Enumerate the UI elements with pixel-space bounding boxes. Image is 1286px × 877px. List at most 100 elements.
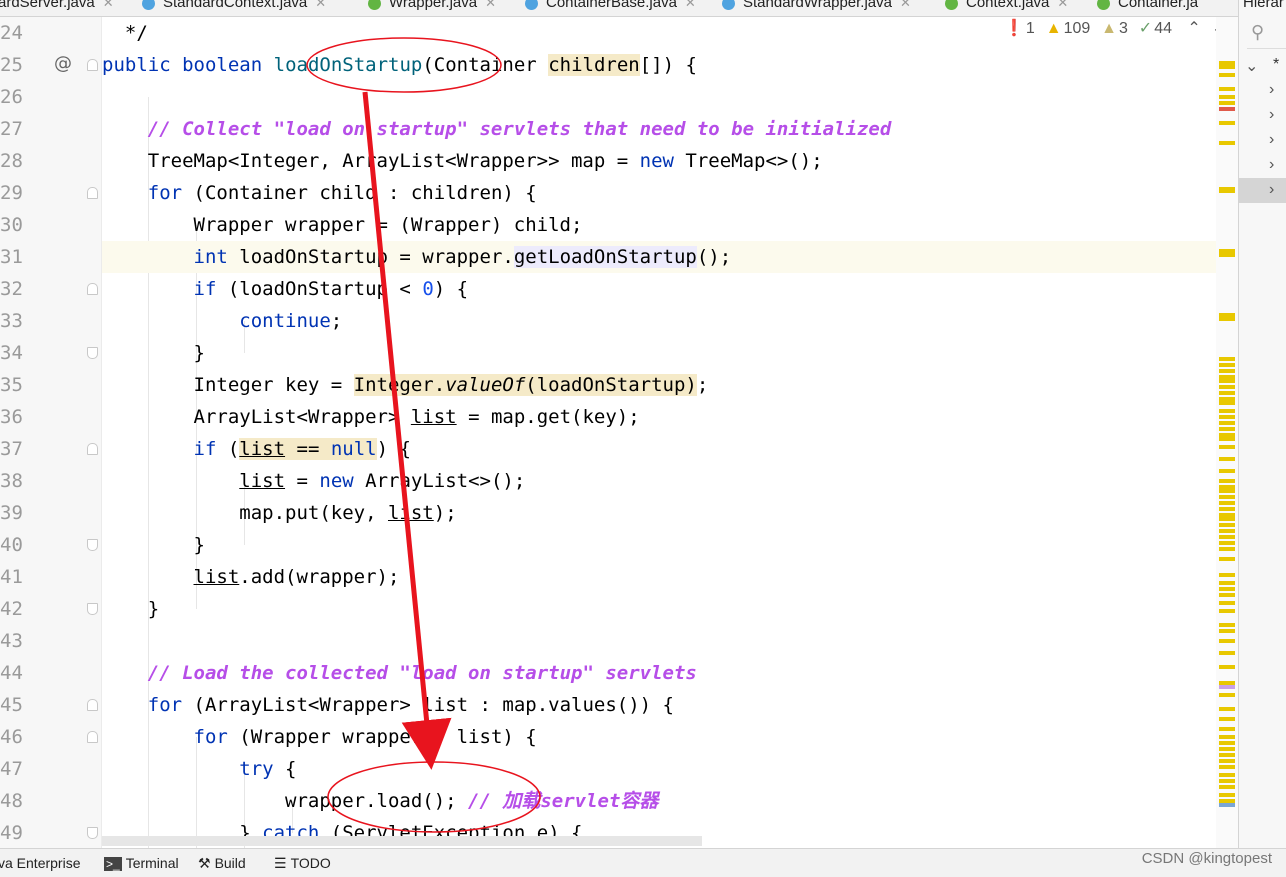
- line-number[interactable]: 47: [0, 753, 23, 785]
- stripe-marker[interactable]: [1219, 601, 1235, 605]
- fold-marker-icon[interactable]: [87, 603, 98, 615]
- code-line[interactable]: ArrayList<Wrapper> list = map.get(key);: [102, 401, 1216, 433]
- line-number[interactable]: 41: [0, 561, 23, 593]
- stripe-marker[interactable]: [1219, 437, 1235, 441]
- line-number[interactable]: 48: [0, 785, 23, 817]
- tab-standard-server[interactable]: ardServer.java ✕: [0, 0, 114, 16]
- chevron-right-icon[interactable]: ›: [1269, 181, 1274, 199]
- stripe-marker[interactable]: [1219, 629, 1235, 633]
- chevron-right-icon[interactable]: ›: [1269, 131, 1274, 149]
- stripe-marker[interactable]: [1219, 587, 1235, 591]
- stripe-marker[interactable]: [1219, 727, 1235, 731]
- stripe-marker[interactable]: [1219, 369, 1235, 373]
- stripe-marker[interactable]: [1219, 317, 1235, 321]
- line-number[interactable]: 26: [0, 81, 23, 113]
- close-icon[interactable]: ✕: [685, 0, 696, 10]
- tab-context[interactable]: Context.java ✕: [945, 0, 1068, 16]
- code-line[interactable]: if (loadOnStartup < 0) {: [102, 273, 1216, 305]
- stripe-marker[interactable]: [1219, 593, 1235, 597]
- stripe-marker[interactable]: [1219, 495, 1235, 499]
- tab-standard-wrapper[interactable]: StandardWrapper.java ✕: [722, 0, 911, 16]
- stripe-marker[interactable]: [1219, 379, 1235, 383]
- line-number[interactable]: 27: [0, 113, 23, 145]
- stripe-marker[interactable]: [1219, 107, 1235, 111]
- fold-marker-icon[interactable]: [87, 59, 98, 71]
- stripe-marker[interactable]: [1219, 707, 1235, 711]
- stripe-marker[interactable]: [1219, 779, 1235, 783]
- code-line[interactable]: wrapper.load(); // 加载servlet容器: [102, 785, 1216, 817]
- code-line[interactable]: if (list == null) {: [102, 433, 1216, 465]
- line-number[interactable]: 43: [0, 625, 23, 657]
- line-number[interactable]: 29: [0, 177, 23, 209]
- code-line[interactable]: }: [102, 337, 1216, 369]
- horizontal-scrollbar[interactable]: [102, 836, 702, 846]
- stripe-marker[interactable]: [1219, 101, 1235, 105]
- line-number[interactable]: 46: [0, 721, 23, 753]
- chevron-up-icon[interactable]: ⌃: [1187, 20, 1200, 37]
- stripe-marker[interactable]: [1219, 685, 1235, 689]
- stripe-marker[interactable]: [1219, 741, 1235, 745]
- stripe-marker[interactable]: [1219, 401, 1235, 405]
- stripe-marker[interactable]: [1219, 95, 1235, 99]
- code-line[interactable]: list.add(wrapper);: [102, 561, 1216, 593]
- stripe-marker[interactable]: [1219, 665, 1235, 669]
- line-number[interactable]: 36: [0, 401, 23, 433]
- stripe-marker[interactable]: [1219, 623, 1235, 627]
- line-number[interactable]: 33: [0, 305, 23, 337]
- stripe-marker[interactable]: [1219, 415, 1235, 419]
- code-line[interactable]: Wrapper wrapper = (Wrapper) child;: [102, 209, 1216, 241]
- line-number[interactable]: 39: [0, 497, 23, 529]
- fold-marker-icon[interactable]: [87, 731, 98, 743]
- stripe-marker[interactable]: [1219, 747, 1235, 751]
- stripe-marker[interactable]: [1219, 651, 1235, 655]
- code-line[interactable]: Integer key = Integer.valueOf(loadOnStar…: [102, 369, 1216, 401]
- stripe-marker[interactable]: [1219, 409, 1235, 413]
- stripe-marker[interactable]: [1219, 73, 1235, 77]
- line-number[interactable]: 32: [0, 273, 23, 305]
- stripe-marker[interactable]: [1219, 479, 1235, 483]
- code-line[interactable]: public boolean loadOnStartup(Container c…: [102, 49, 1216, 81]
- tree-selected-row[interactable]: [1239, 178, 1286, 203]
- stripe-marker[interactable]: [1219, 501, 1235, 505]
- tab-standard-context[interactable]: StandardContext.java ✕: [142, 0, 326, 16]
- code-line[interactable]: for (Wrapper wrapper : list) {: [102, 721, 1216, 753]
- stripe-marker[interactable]: [1219, 529, 1235, 533]
- stripe-marker[interactable]: [1219, 803, 1235, 807]
- terminal-tool-button[interactable]: >_ Terminal: [104, 855, 179, 871]
- stripe-marker[interactable]: [1219, 541, 1235, 545]
- code-line[interactable]: // Load the collected "load on startup" …: [102, 657, 1216, 689]
- chevron-right-icon[interactable]: ›: [1269, 156, 1274, 174]
- stripe-marker[interactable]: [1219, 357, 1235, 361]
- tab-container[interactable]: Container.ja: [1097, 0, 1198, 16]
- inspection-widget[interactable]: ❗1 ▲109 ▲3 ✓44 ⌃ ⌄: [1004, 18, 1227, 48]
- code-line[interactable]: try {: [102, 753, 1216, 785]
- line-number[interactable]: 24: [0, 17, 23, 49]
- stripe-marker[interactable]: [1219, 141, 1235, 145]
- line-number[interactable]: 44: [0, 657, 23, 689]
- close-icon[interactable]: ✕: [900, 0, 911, 10]
- line-number[interactable]: 42: [0, 593, 23, 625]
- stripe-marker[interactable]: [1219, 547, 1235, 551]
- stripe-marker[interactable]: [1219, 65, 1235, 69]
- stripe-marker[interactable]: [1219, 469, 1235, 473]
- close-icon[interactable]: ✕: [103, 0, 114, 10]
- tab-container-base[interactable]: ContainerBase.java ✕: [525, 0, 696, 16]
- stripe-marker[interactable]: [1219, 253, 1235, 257]
- stripe-marker[interactable]: [1219, 87, 1235, 91]
- stripe-marker[interactable]: [1219, 717, 1235, 721]
- stripe-marker[interactable]: [1219, 639, 1235, 643]
- build-tool-button[interactable]: ⚒ Build: [198, 855, 246, 872]
- stripe-marker[interactable]: [1219, 445, 1235, 449]
- hierarchy-toolbar-icon[interactable]: ⚲: [1251, 22, 1264, 43]
- stripe-marker[interactable]: [1219, 557, 1235, 561]
- line-number[interactable]: 35: [0, 369, 23, 401]
- chevron-down-icon[interactable]: ⌄: [1245, 56, 1258, 76]
- override-gutter-icon[interactable]: @: [54, 53, 72, 74]
- stripe-marker[interactable]: [1219, 385, 1235, 389]
- close-icon[interactable]: ✕: [485, 0, 496, 10]
- line-number[interactable]: 40: [0, 529, 23, 561]
- code-editor[interactable]: */public boolean loadOnStartup(Container…: [102, 17, 1216, 848]
- code-line[interactable]: [102, 81, 1216, 113]
- fold-marker-icon[interactable]: [87, 443, 98, 455]
- line-number[interactable]: 34: [0, 337, 23, 369]
